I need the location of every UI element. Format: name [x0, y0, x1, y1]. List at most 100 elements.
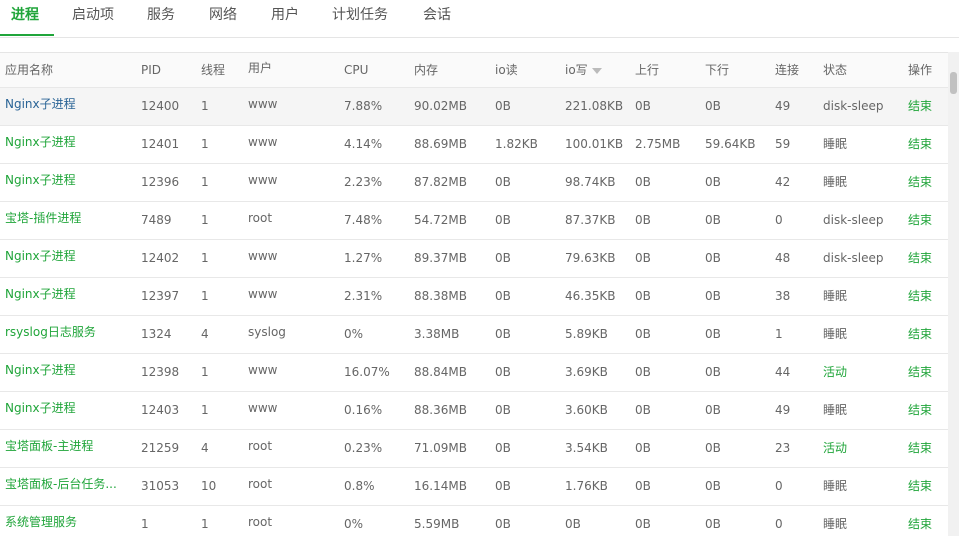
- table-row[interactable]: Nginx子进程 12396 1 www 2.23% 87.82MB 0B 98.74KB 0B…: [0, 164, 948, 202]
- col-state[interactable]: 状态: [823, 53, 847, 87]
- kill-process-link[interactable]: 结束: [908, 278, 932, 315]
- process-state: 睡眠: [823, 403, 848, 417]
- process-cpu: 2.23%: [344, 175, 383, 189]
- process-threads: 1: [201, 289, 209, 303]
- process-name[interactable]: Nginx子进程: [5, 390, 76, 427]
- process-io-write: 221.08KB: [565, 99, 624, 113]
- process-connections: 48: [775, 251, 791, 265]
- kill-process-link[interactable]: 结束: [908, 430, 932, 467]
- tab-processes[interactable]: 进程: [11, 4, 39, 24]
- kill-process-link[interactable]: 结束: [908, 126, 932, 163]
- process-manager-tabs: 进程 启动项 服务 网络 用户 计划任务 会话: [0, 0, 959, 38]
- process-pid: 12401: [141, 137, 180, 151]
- process-io-read: 0B: [495, 175, 511, 189]
- process-io-write: 3.69KB: [565, 365, 608, 379]
- process-cpu: 7.48%: [344, 213, 383, 227]
- process-name[interactable]: Nginx子进程: [5, 276, 76, 313]
- process-connections: 0: [775, 479, 783, 493]
- process-upload: 2.75MB: [635, 137, 681, 151]
- process-user: syslog: [248, 325, 286, 339]
- process-io-read: 0B: [495, 403, 511, 417]
- process-memory: 88.69MB: [414, 137, 467, 151]
- process-name[interactable]: Nginx子进程: [5, 86, 76, 123]
- table-row[interactable]: Nginx子进程 12397 1 www 2.31% 88.38MB 0B 46.35KB 0B…: [0, 278, 948, 316]
- col-pid[interactable]: PID: [141, 53, 161, 87]
- process-upload: 0B: [635, 289, 651, 303]
- table-row[interactable]: 宝塔-插件进程 7489 1 root 7.48% 54.72MB 0B 87.37KB 0B 0…: [0, 202, 948, 240]
- process-io-read: 0B: [495, 365, 511, 379]
- tab-users[interactable]: 用户: [271, 4, 299, 24]
- process-download: 0B: [705, 441, 721, 455]
- kill-process-link[interactable]: 结束: [908, 316, 932, 353]
- col-cpu[interactable]: CPU: [344, 53, 368, 87]
- col-app-name[interactable]: 应用名称: [5, 53, 53, 87]
- tab-scheduled-tasks[interactable]: 计划任务: [332, 4, 388, 24]
- col-connections[interactable]: 连接: [775, 53, 799, 87]
- process-pid: 1324: [141, 327, 172, 341]
- table-row[interactable]: Nginx子进程 12402 1 www 1.27% 89.37MB 0B 79.63KB 0B…: [0, 240, 948, 278]
- scrollbar-thumb[interactable]: [950, 72, 957, 94]
- process-state: disk-sleep: [823, 213, 884, 227]
- process-name[interactable]: 宝塔-插件进程: [5, 200, 81, 237]
- kill-process-link[interactable]: 结束: [908, 164, 932, 201]
- process-pid: 12403: [141, 403, 180, 417]
- col-io-read[interactable]: io读: [495, 53, 518, 87]
- process-upload: 0B: [635, 251, 651, 265]
- process-connections: 23: [775, 441, 791, 455]
- table-row[interactable]: 宝塔面板-主进程 21259 4 root 0.23% 71.09MB 0B 3.54KB 0B…: [0, 430, 948, 468]
- process-io-read: 0B: [495, 441, 511, 455]
- kill-process-link[interactable]: 结束: [908, 88, 932, 125]
- table-row[interactable]: 系统管理服务 1 1 root 0% 5.59MB 0B 0B 0B 0B 0 睡眠 结束: [0, 506, 948, 537]
- process-cpu: 0.23%: [344, 441, 383, 455]
- tab-startup-items[interactable]: 启动项: [72, 4, 114, 24]
- process-name[interactable]: 系统管理服务: [5, 504, 77, 537]
- process-state: 活动: [823, 365, 848, 379]
- table-row[interactable]: Nginx子进程 12403 1 www 0.16% 88.36MB 0B 3.60KB 0B 0…: [0, 392, 948, 430]
- process-state: 睡眠: [823, 175, 848, 189]
- tab-network[interactable]: 网络: [209, 4, 237, 24]
- tab-services[interactable]: 服务: [147, 4, 175, 24]
- col-upload[interactable]: 上行: [635, 53, 659, 87]
- col-action: 操作: [908, 63, 933, 77]
- table-row[interactable]: Nginx子进程 12398 1 www 16.07% 88.84MB 0B 3.69KB 0B…: [0, 354, 948, 392]
- process-name[interactable]: Nginx子进程: [5, 238, 76, 275]
- tab-sessions[interactable]: 会话: [423, 4, 451, 24]
- kill-process-link[interactable]: 结束: [908, 354, 932, 391]
- process-name[interactable]: 宝塔面板-后台任务...: [5, 466, 117, 503]
- col-user[interactable]: 用户: [248, 53, 272, 85]
- process-cpu: 1.27%: [344, 251, 383, 265]
- process-name[interactable]: Nginx子进程: [5, 124, 76, 161]
- process-io-write: 5.89KB: [565, 327, 608, 341]
- process-user: www: [248, 287, 278, 301]
- process-name[interactable]: Nginx子进程: [5, 162, 76, 199]
- col-download[interactable]: 下行: [705, 53, 729, 87]
- table-row[interactable]: 宝塔面板-后台任务... 31053 10 root 0.8% 16.14MB 0B 1.76…: [0, 468, 948, 506]
- table-scrollbar[interactable]: [948, 52, 959, 536]
- process-connections: 49: [775, 99, 791, 113]
- process-name[interactable]: 宝塔面板-主进程: [5, 428, 93, 465]
- kill-process-link[interactable]: 结束: [908, 240, 932, 277]
- process-download: 0B: [705, 517, 721, 531]
- table-body: Nginx子进程 12400 1 www 7.88% 90.02MB 0B 221.08KB 0…: [0, 88, 948, 537]
- table-row[interactable]: Nginx子进程 12401 1 www 4.14% 88.69MB 1.82KB 100.0…: [0, 126, 948, 164]
- col-memory[interactable]: 内存: [414, 53, 438, 87]
- kill-process-link[interactable]: 结束: [908, 506, 932, 537]
- process-io-read: 0B: [495, 251, 511, 265]
- col-io-write[interactable]: io写: [565, 53, 602, 87]
- table-header: 应用名称 PID 线程 用户 CPU 内存 io读 io写 上行 下行 连接 状…: [0, 53, 948, 88]
- process-threads: 1: [201, 213, 209, 227]
- process-download: 0B: [705, 403, 721, 417]
- process-name[interactable]: rsyslog日志服务: [5, 314, 96, 351]
- process-download: 0B: [705, 289, 721, 303]
- process-memory: 90.02MB: [414, 99, 467, 113]
- kill-process-link[interactable]: 结束: [908, 202, 932, 239]
- table-row[interactable]: Nginx子进程 12400 1 www 7.88% 90.02MB 0B 221.08KB 0…: [0, 88, 948, 126]
- process-user: www: [248, 135, 278, 149]
- col-threads[interactable]: 线程: [201, 53, 225, 87]
- kill-process-link[interactable]: 结束: [908, 392, 932, 429]
- table-row[interactable]: rsyslog日志服务 1324 4 syslog 0% 3.38MB 0B 5.89KB 0B…: [0, 316, 948, 354]
- kill-process-link[interactable]: 结束: [908, 468, 932, 505]
- process-name[interactable]: Nginx子进程: [5, 352, 76, 389]
- process-threads: 1: [201, 137, 209, 151]
- process-pid: 12397: [141, 289, 180, 303]
